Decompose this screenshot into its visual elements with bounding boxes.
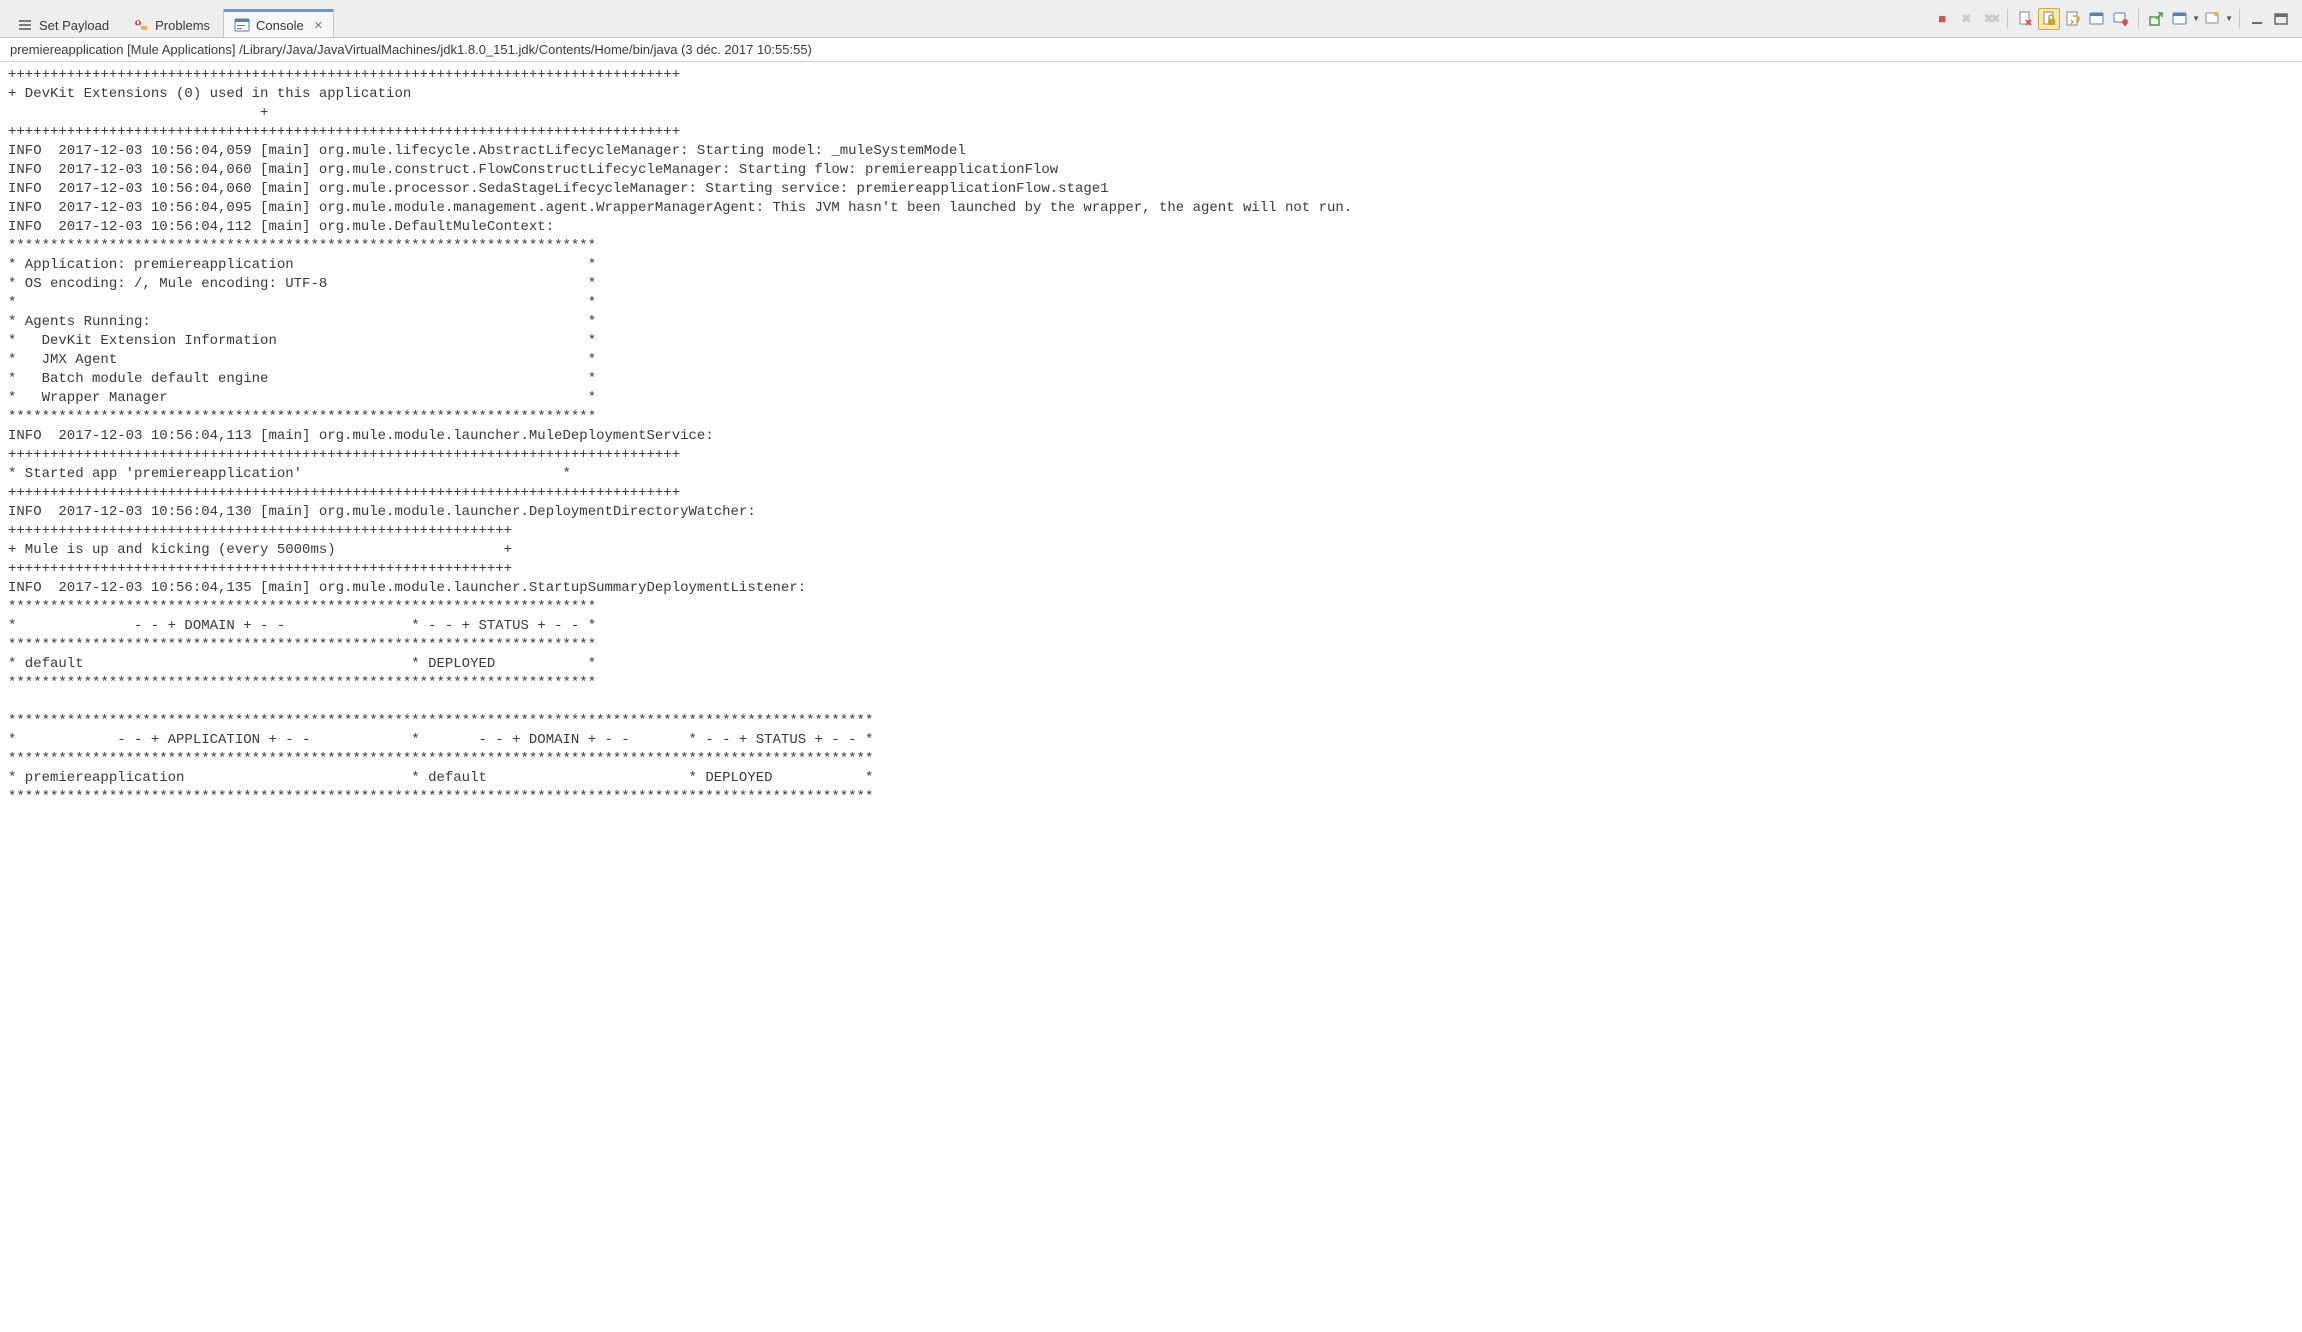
console-toolbar: ■ ✖ ✖✖ ▼ [1931, 8, 2296, 30]
pin-icon [2113, 11, 2129, 27]
tab-label: Problems [155, 18, 210, 33]
minimize-icon [2249, 11, 2265, 27]
close-icon[interactable]: ✕ [314, 19, 323, 32]
terminate-button[interactable]: ■ [1931, 8, 1953, 30]
display-selected-console-dropdown[interactable]: ▼ [2169, 8, 2200, 30]
scroll-lock-button[interactable] [2038, 8, 2060, 30]
separator [2007, 9, 2008, 29]
console-small-icon [2089, 11, 2105, 27]
clear-console-button[interactable] [2014, 8, 2036, 30]
list-icon [17, 17, 33, 33]
tab-console[interactable]: Console ✕ [223, 9, 334, 37]
minimize-view-button[interactable] [2246, 8, 2268, 30]
console-dd-icon [2172, 11, 2188, 27]
chevron-down-icon: ▼ [2192, 14, 2200, 23]
wrap-icon [2065, 11, 2081, 27]
maximize-view-button[interactable] [2270, 8, 2292, 30]
problems-icon [133, 17, 149, 33]
chevron-down-icon: ▼ [2225, 14, 2233, 23]
tab-label: Set Payload [39, 18, 109, 33]
console-status-line: premiereapplication [Mule Applications] … [0, 38, 2302, 62]
new-console-view-dropdown[interactable]: ▼ [2202, 8, 2233, 30]
separator [2239, 9, 2240, 29]
new-console-icon [2205, 11, 2221, 27]
console-output[interactable]: ++++++++++++++++++++++++++++++++++++++++… [0, 62, 2302, 837]
remove-launch-button[interactable]: ✖ [1955, 8, 1977, 30]
word-wrap-button[interactable] [2062, 8, 2084, 30]
tab-label: Console [256, 18, 304, 33]
view-tabs: Set Payload Problems Console ✕ [6, 0, 334, 37]
maximize-icon [2273, 11, 2289, 27]
tab-problems[interactable]: Problems [122, 11, 221, 37]
pin-console-button[interactable] [2110, 8, 2132, 30]
open-console-button[interactable] [2145, 8, 2167, 30]
separator [2138, 9, 2139, 29]
lock-doc-icon [2041, 11, 2057, 27]
remove-all-launches-button[interactable]: ✖✖ [1979, 8, 2001, 30]
show-console-button[interactable] [2086, 8, 2108, 30]
doc-x-icon [2017, 11, 2033, 27]
tab-set-payload[interactable]: Set Payload [6, 11, 120, 37]
console-icon [234, 17, 250, 33]
view-toolbar: Set Payload Problems Console ✕ ■ ✖ ✖✖ [0, 0, 2302, 38]
export-icon [2148, 11, 2164, 27]
status-text: premiereapplication [Mule Applications] … [10, 42, 812, 57]
